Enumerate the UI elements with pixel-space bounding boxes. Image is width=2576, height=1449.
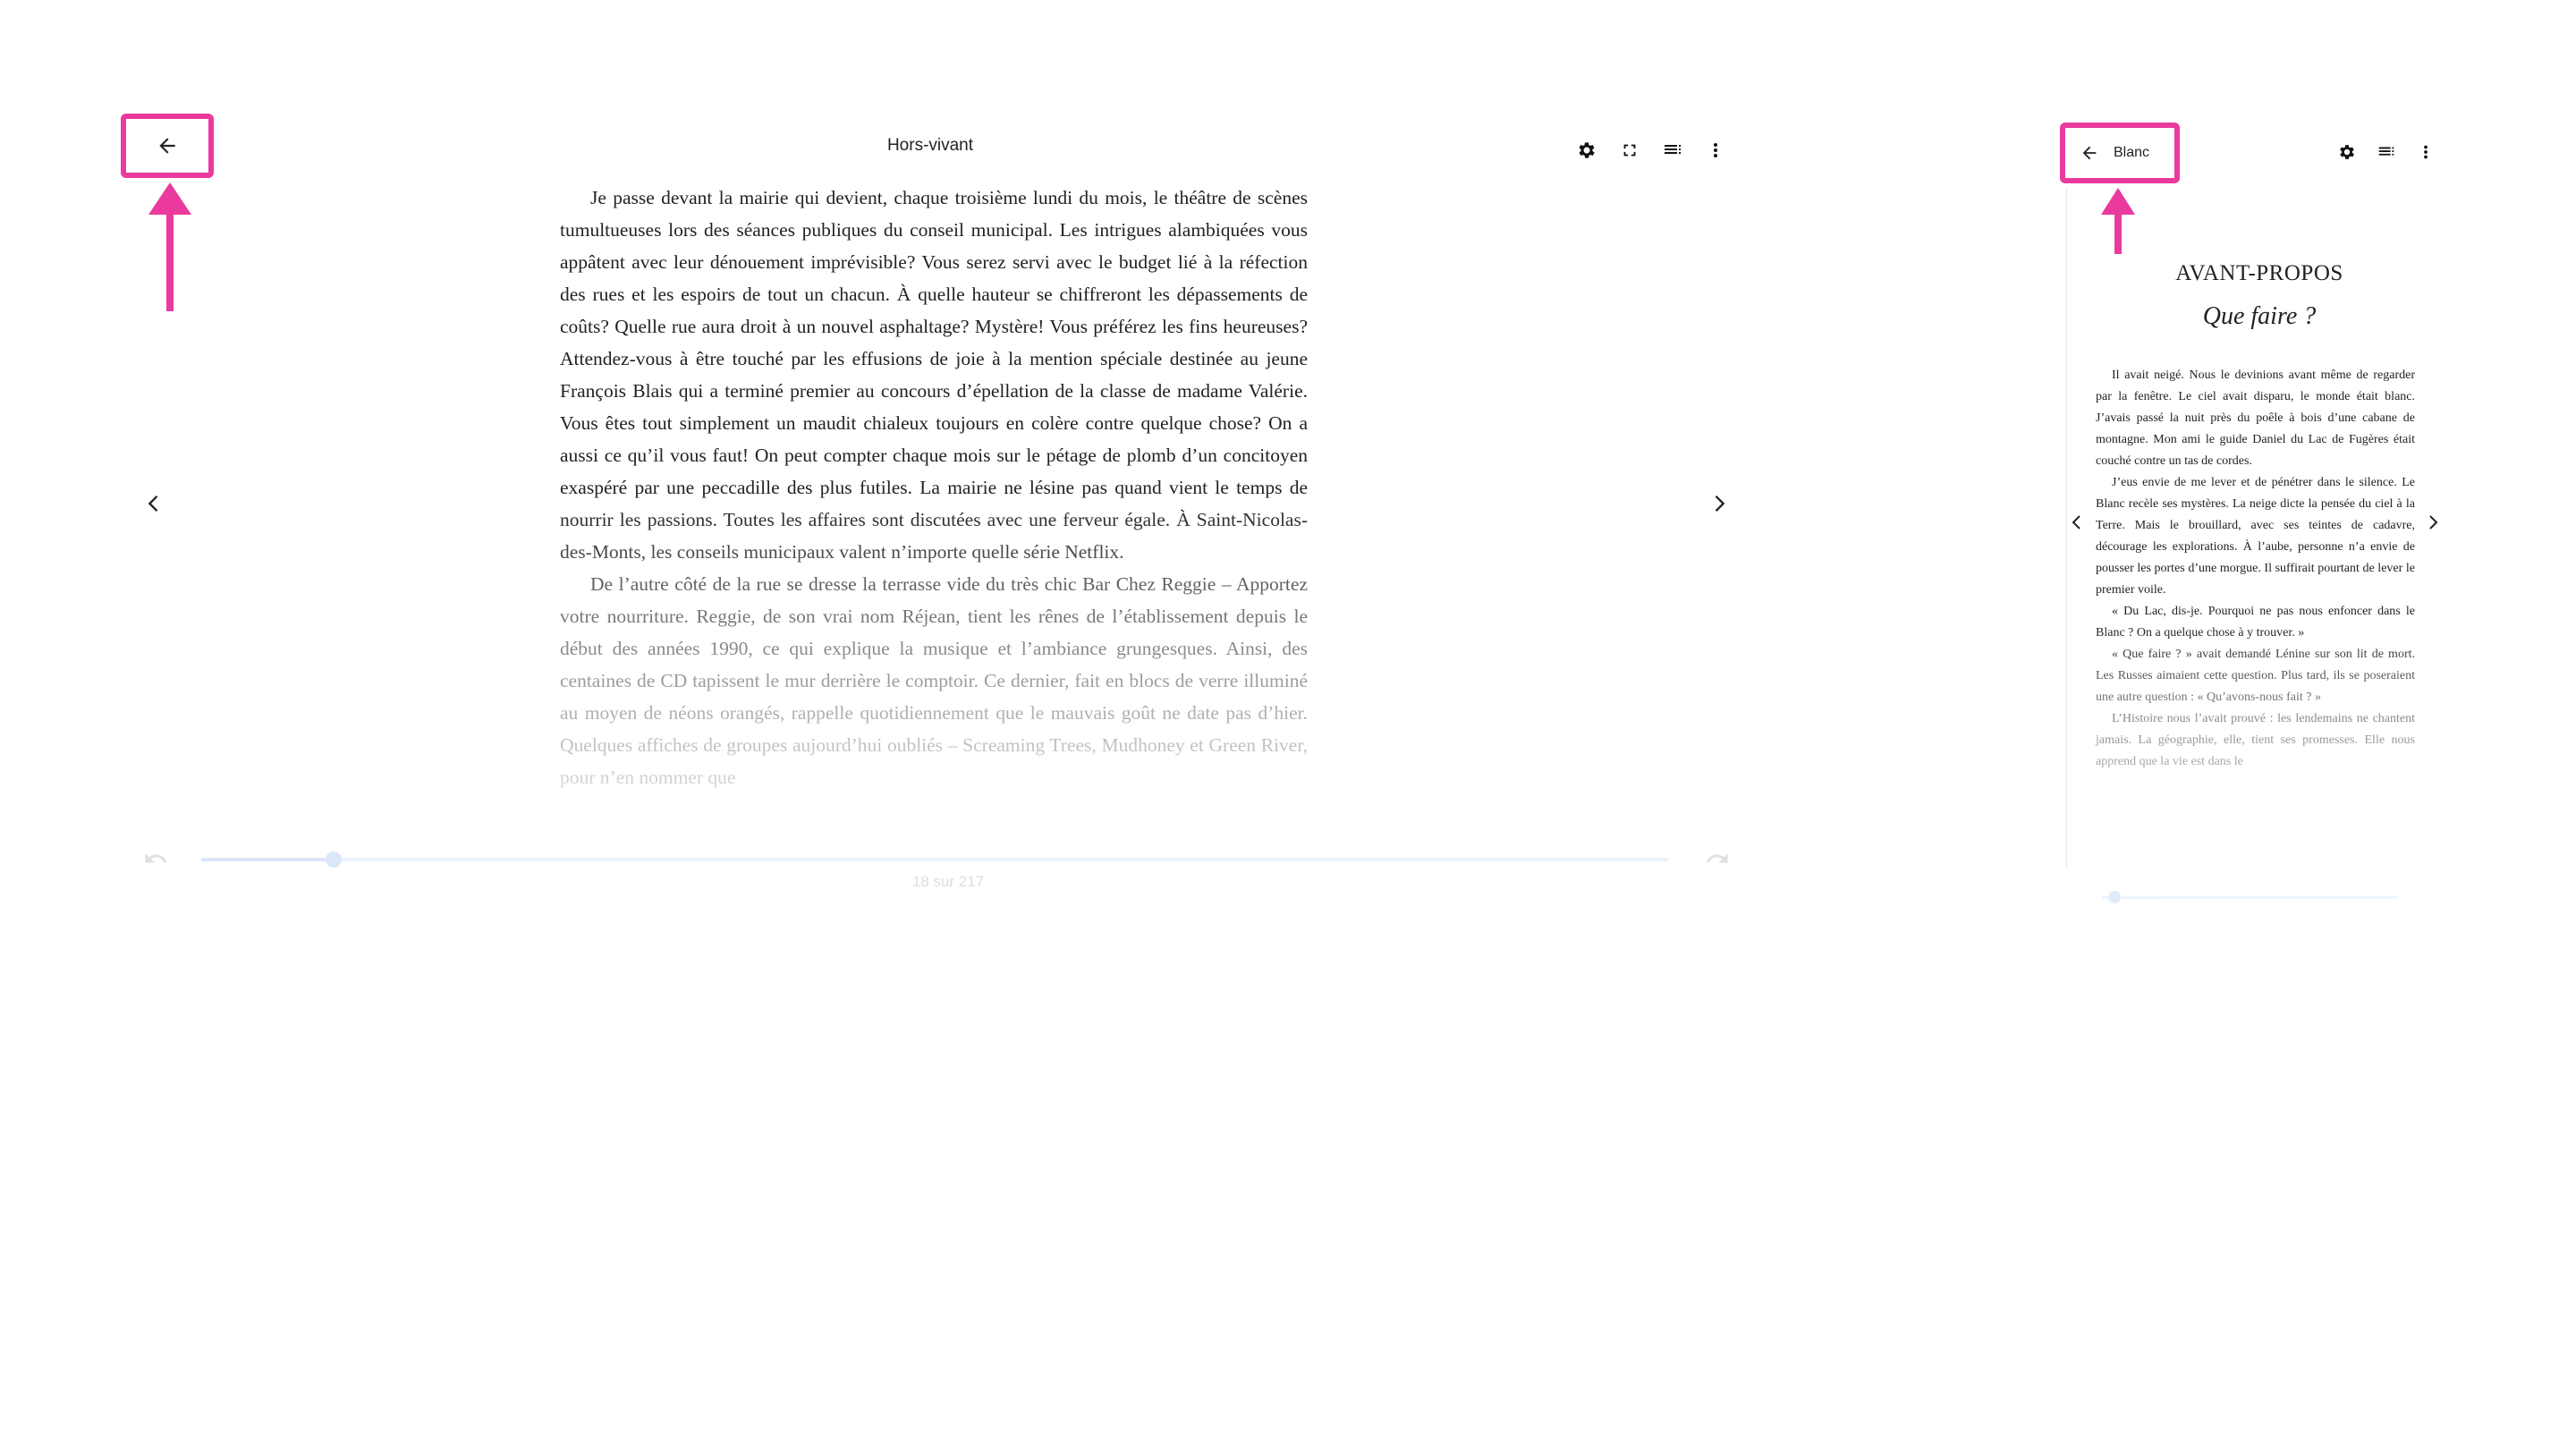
toc-icon: [1662, 140, 1683, 161]
reader-toolbar: [1565, 134, 1737, 166]
more-button[interactable]: [2406, 136, 2445, 168]
more-vertical-icon: [2416, 142, 2436, 162]
chevron-left-icon: [141, 491, 166, 516]
gear-icon: [1576, 140, 1597, 161]
chapter-subtitle: Que faire ?: [2202, 302, 2317, 330]
next-page-button[interactable]: [1703, 487, 1735, 520]
paragraph: Il avait neigé. Nous le devinions avant …: [2096, 369, 2415, 468]
undo-icon[interactable]: [143, 846, 168, 871]
settings-button[interactable]: [1565, 134, 1608, 166]
arrow-left-icon: [2080, 143, 2099, 163]
progress-bar-area: 18 sur 217: [143, 841, 1735, 894]
paragraph: J’eus envie de me lever et de pénétrer d…: [2096, 476, 2415, 597]
progress-bar-area-mobile: [2066, 886, 2442, 921]
back-label: Blanc: [2114, 145, 2150, 160]
paragraph: Je passe devant la mairie qui devient, c…: [560, 187, 1308, 563]
paragraph: L’Histoire nous l’avait prouvé : les len…: [2096, 712, 2415, 768]
back-button-mobile[interactable]: Blanc: [2060, 123, 2180, 183]
prev-page-button-mobile[interactable]: [2064, 510, 2089, 535]
fullscreen-button[interactable]: [1608, 134, 1651, 166]
book-title: Hors-vivant: [886, 136, 974, 155]
back-button[interactable]: [121, 114, 214, 178]
gear-icon: [2337, 142, 2357, 162]
annotation-arrow-icon: [2101, 188, 2135, 254]
chevron-right-icon: [1707, 491, 1732, 516]
more-vertical-icon: [1705, 140, 1726, 161]
page-indicator: 18 sur 217: [911, 873, 985, 890]
paragraph: De l’autre côté de la rue se dresse la t…: [560, 573, 1308, 788]
fullscreen-icon: [1620, 140, 1640, 160]
toc-icon: [2377, 142, 2396, 162]
prev-page-button[interactable]: [138, 487, 170, 520]
toc-button[interactable]: [1651, 134, 1694, 166]
toc-button[interactable]: [2367, 136, 2406, 168]
settings-button[interactable]: [2327, 136, 2367, 168]
page-content: Je passe devant la mairie qui devient, c…: [560, 182, 1308, 793]
progress-slider[interactable]: [201, 852, 1668, 868]
paragraph: « Que faire ? » avait demandé Lénine sur…: [2096, 648, 2415, 704]
chevron-left-icon: [2066, 512, 2088, 533]
progress-slider[interactable]: [2102, 896, 2397, 899]
annotation-arrow-icon: [148, 182, 191, 311]
progress-thumb[interactable]: [325, 852, 342, 868]
paragraph: « Du Lac, dis-je. Pourquoi ne pas nous e…: [2096, 605, 2415, 640]
redo-icon[interactable]: [1705, 846, 1730, 871]
progress-fill: [201, 858, 334, 861]
reader-toolbar-mobile: [2327, 136, 2445, 168]
arrow-left-icon: [156, 134, 179, 157]
chapter-heading: AVANT-PROPOS: [2175, 261, 2343, 285]
chevron-right-icon: [2422, 512, 2444, 533]
next-page-button-mobile[interactable]: [2420, 510, 2445, 535]
more-button[interactable]: [1694, 134, 1737, 166]
progress-thumb[interactable]: [2107, 891, 2121, 903]
page-content-mobile: Il avait neigé. Nous le devinions avant …: [2096, 365, 2415, 773]
